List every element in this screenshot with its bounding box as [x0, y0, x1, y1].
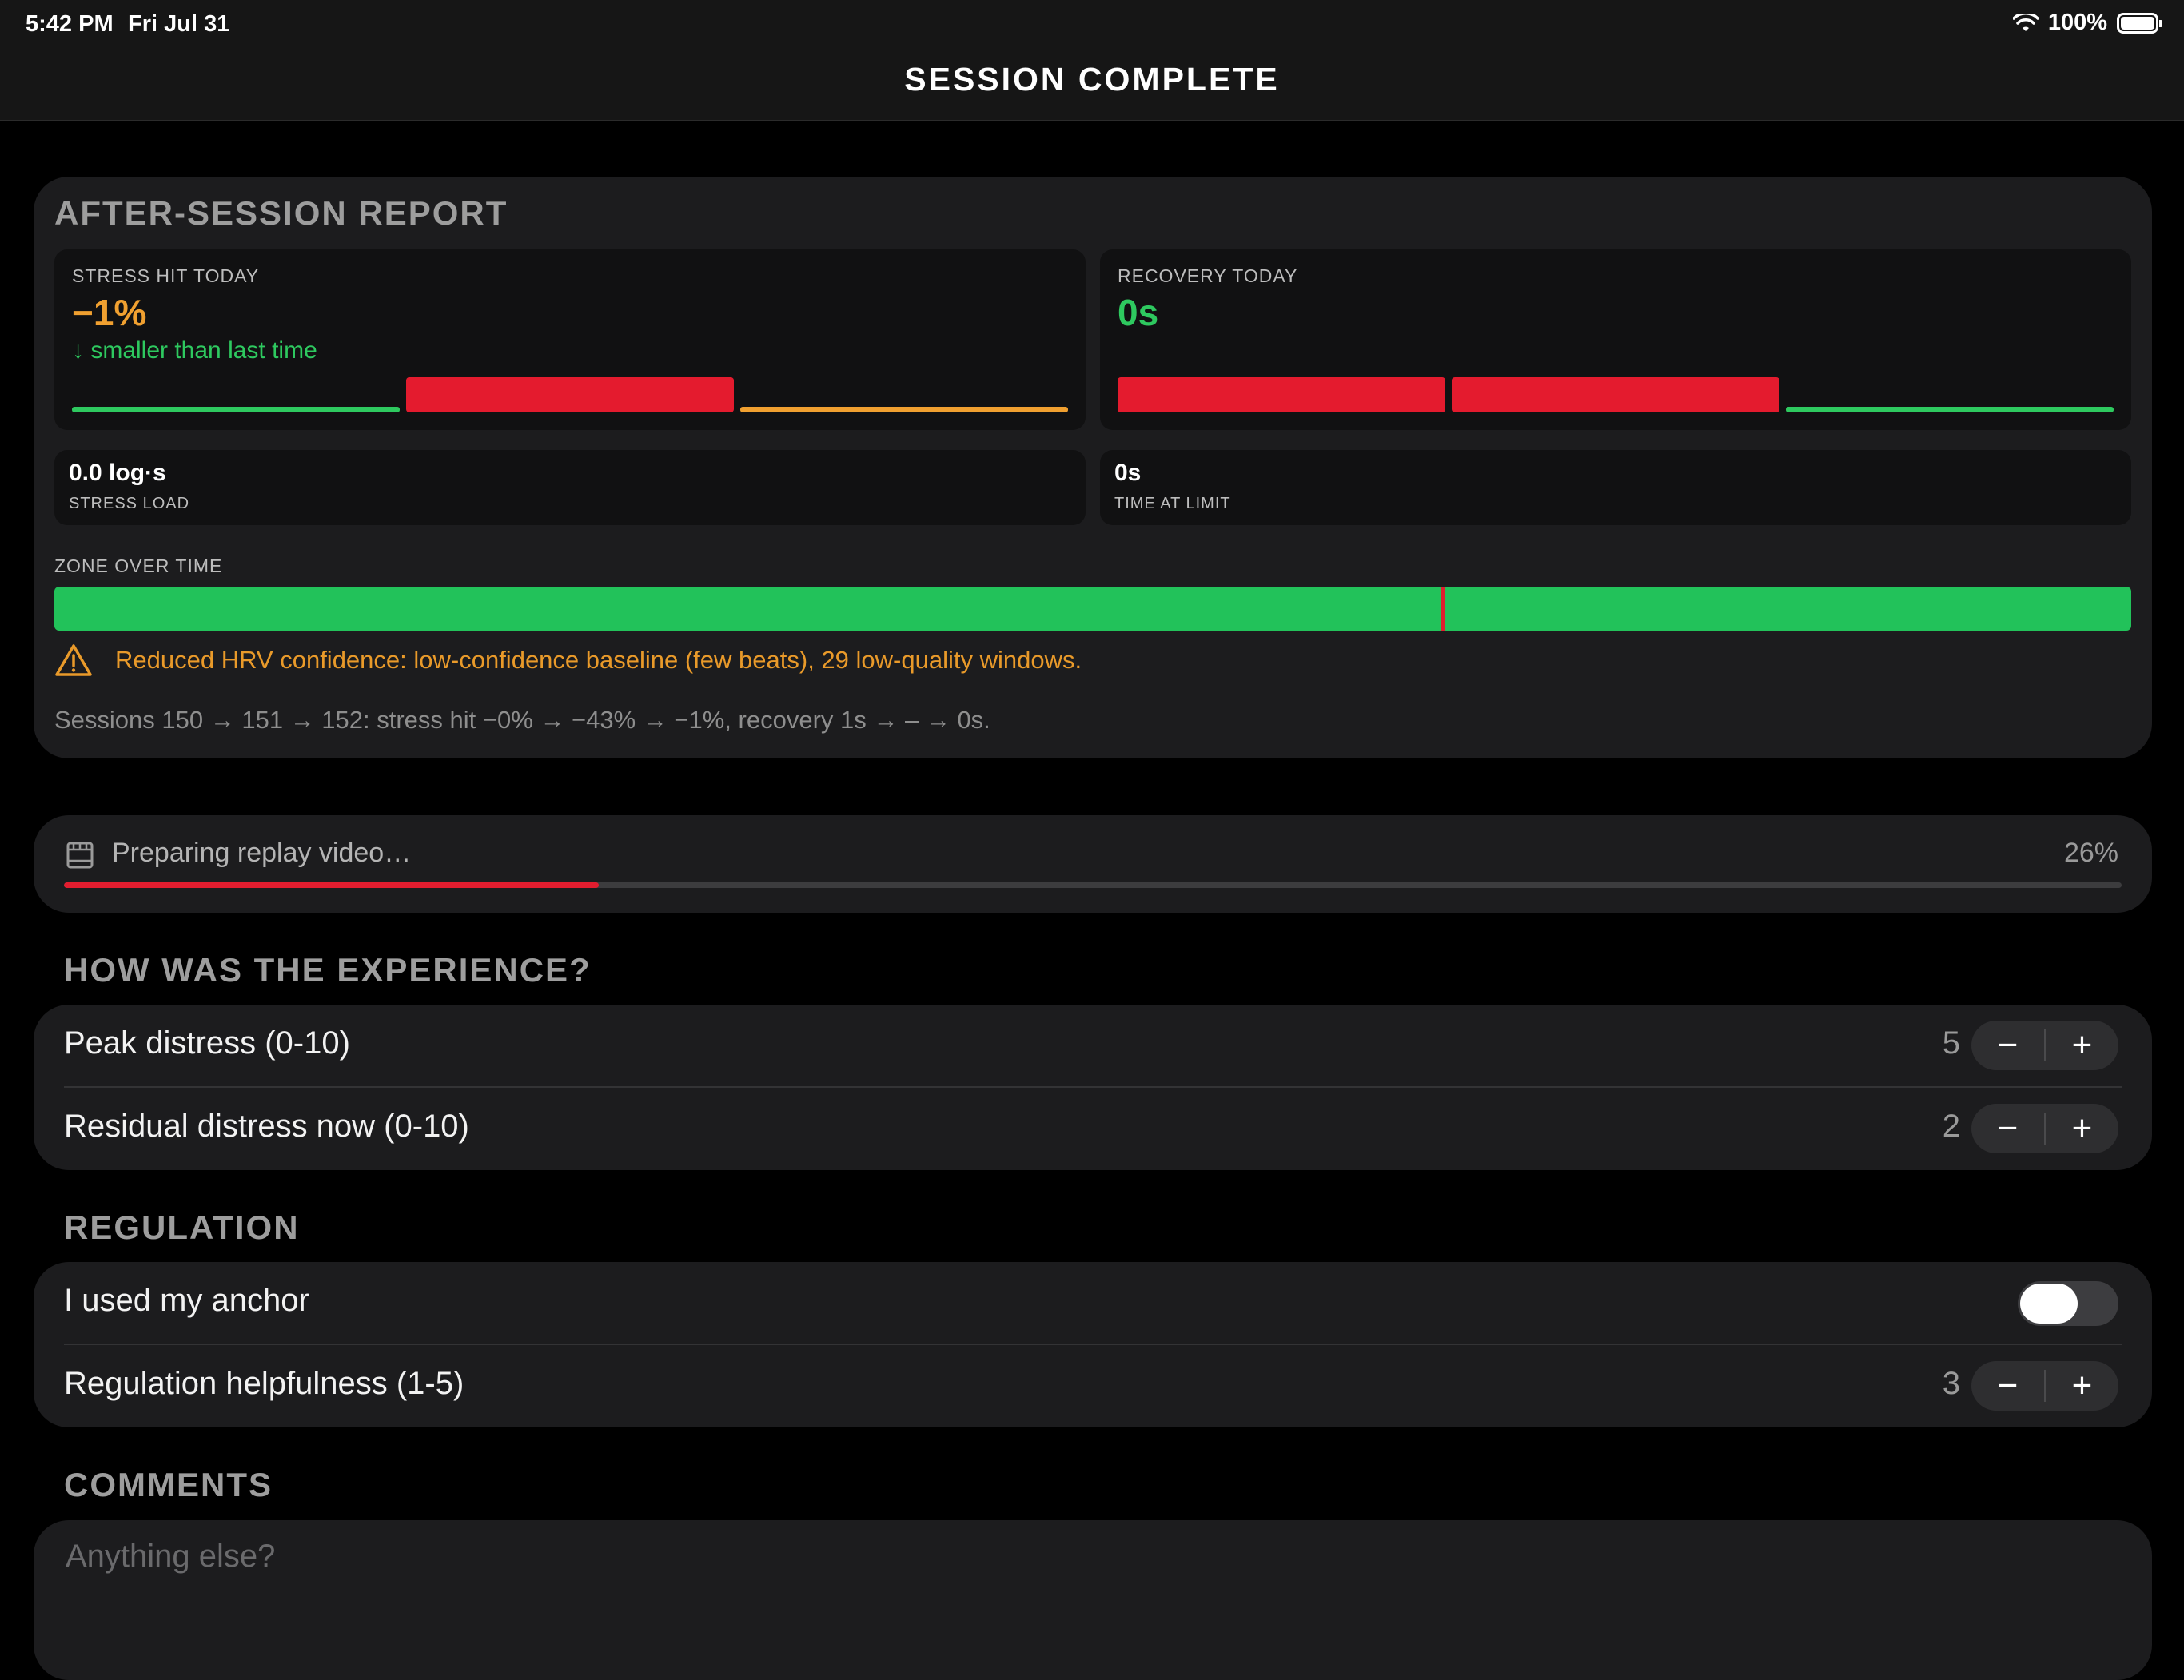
replay-progress-card: Preparing replay video… 26%	[34, 815, 2152, 913]
report-title: AFTER-SESSION REPORT	[54, 194, 508, 232]
stress-hit-label: STRESS HIT TODAY	[72, 265, 260, 286]
time-at-limit-value: 0s	[1114, 460, 1142, 486]
comments-input[interactable]	[64, 1538, 2066, 1575]
status-indicators: 100%	[2012, 10, 2162, 36]
peak-distress-stepper[interactable]: − +	[1971, 1021, 2118, 1070]
hrv-warning: Reduced HRV confidence: low-confidence b…	[54, 640, 1082, 680]
peak-distress-row: Peak distress (0-10) 5 − +	[34, 1005, 2152, 1086]
stress-hit-tile: STRESS HIT TODAY −1% ↓ smaller than last…	[54, 249, 1086, 430]
warning-icon	[55, 644, 92, 676]
time-at-limit-label: TIME AT LIMIT	[1114, 495, 1231, 512]
experience-card: Peak distress (0-10) 5 − + Residual dist…	[34, 1005, 2152, 1170]
anchor-label: I used my anchor	[64, 1283, 309, 1318]
warning-text: Reduced HRV confidence: low-confidence b…	[115, 646, 1082, 674]
anchor-row: I used my anchor	[34, 1262, 2152, 1344]
residual-distress-decrement-button[interactable]: −	[1971, 1104, 2044, 1153]
recovery-label: RECOVERY TODAY	[1118, 265, 1298, 286]
helpfulness-value: 3	[1942, 1366, 1960, 1401]
recovery-tile: RECOVERY TODAY 0s	[1100, 249, 2131, 430]
top-bar: 5:42 PM Fri Jul 31 100% SESSION COMPLETE	[0, 0, 2184, 121]
stress-hit-segment-2	[406, 377, 734, 412]
peak-distress-decrement-button[interactable]: −	[1971, 1021, 2044, 1070]
experience-section-title: HOW WAS THE EXPERIENCE?	[64, 951, 592, 989]
anchor-toggle[interactable]	[2018, 1281, 2118, 1326]
residual-distress-value: 2	[1942, 1109, 1960, 1144]
status-time: 5:42 PM	[26, 11, 114, 37]
zone-label: ZONE OVER TIME	[54, 555, 223, 576]
residual-distress-increment-button[interactable]: +	[2046, 1104, 2118, 1153]
helpfulness-stepper[interactable]: − +	[1971, 1361, 2118, 1411]
peak-distress-value: 5	[1942, 1025, 1960, 1061]
page-title: SESSION COMPLETE	[904, 61, 1280, 98]
recovery-segment-1	[1118, 377, 1445, 412]
helpfulness-decrement-button[interactable]: −	[1971, 1361, 2044, 1411]
status-date: Fri Jul 31	[128, 11, 230, 37]
recovery-segment-3	[1786, 407, 2114, 412]
stress-hit-segment-1	[72, 407, 400, 412]
stress-load-tile: 0.0 log·s STRESS LOAD	[54, 450, 1086, 525]
helpfulness-label: Regulation helpfulness (1-5)	[64, 1366, 464, 1401]
peak-distress-increment-button[interactable]: +	[2046, 1021, 2118, 1070]
residual-distress-stepper[interactable]: − +	[1971, 1104, 2118, 1153]
replay-progress-fill	[64, 882, 600, 888]
stress-load-label: STRESS LOAD	[69, 495, 190, 512]
replay-progress-bar	[64, 882, 2122, 888]
regulation-card: I used my anchor Regulation helpfulness …	[34, 1262, 2152, 1427]
stress-hit-value: −1%	[72, 292, 147, 333]
replay-status-text: Preparing replay video…	[112, 838, 412, 868]
stress-hit-delta: ↓ smaller than last time	[72, 337, 317, 364]
residual-distress-row: Residual distress now (0-10) 2 − +	[34, 1088, 2152, 1169]
sessions-summary: Sessions 150 → 151 → 152: stress hit −0%…	[54, 706, 990, 734]
peak-distress-label: Peak distress (0-10)	[64, 1025, 350, 1061]
helpfulness-row: Regulation helpfulness (1-5) 3 − +	[34, 1345, 2152, 1427]
zone-timeline	[54, 587, 2131, 631]
toggle-knob	[2020, 1284, 2078, 1324]
recovery-bars	[1118, 377, 2114, 412]
recovery-segment-2	[1452, 377, 1779, 412]
film-icon	[66, 842, 94, 869]
battery-percent: 100%	[2047, 10, 2107, 35]
helpfulness-increment-button[interactable]: +	[2046, 1361, 2118, 1411]
comments-card	[34, 1520, 2152, 1680]
residual-distress-label: Residual distress now (0-10)	[64, 1109, 469, 1144]
after-session-report: AFTER-SESSION REPORT STRESS HIT TODAY −1…	[34, 177, 2152, 758]
battery-icon	[2117, 12, 2162, 34]
comments-section-title: COMMENTS	[64, 1466, 273, 1503]
stress-hit-segment-3	[740, 407, 1068, 412]
stress-load-value: 0.0 log·s	[69, 460, 166, 486]
wifi-icon	[2012, 13, 2039, 31]
regulation-section-title: REGULATION	[64, 1208, 300, 1246]
recovery-value: 0s	[1118, 292, 1159, 333]
time-at-limit-tile: 0s TIME AT LIMIT	[1100, 450, 2131, 525]
zone-marker	[1441, 587, 1445, 631]
stress-hit-bars	[72, 377, 1068, 412]
replay-percent: 26%	[2063, 838, 2118, 868]
